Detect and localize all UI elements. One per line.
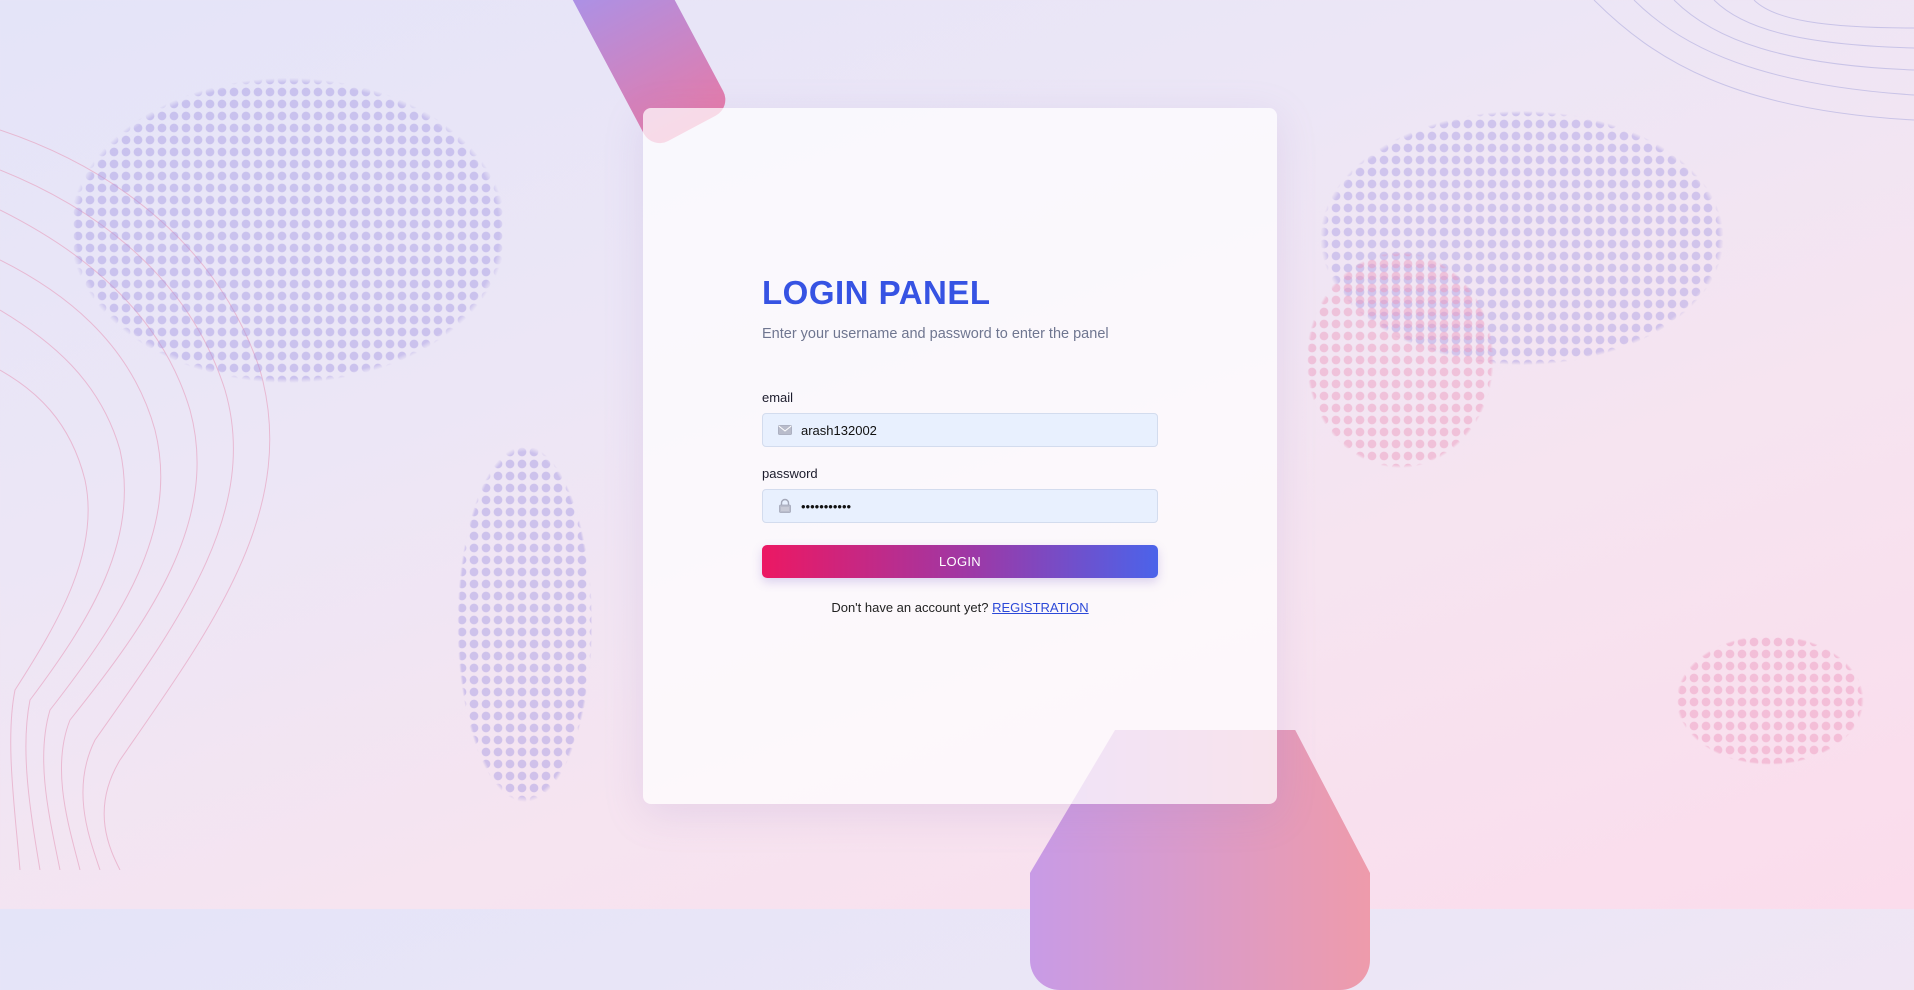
password-label: password [762, 466, 818, 481]
world-map-dots-australia [1640, 600, 1900, 800]
world-map-dots-americas [0, 50, 640, 870]
registration-link[interactable]: REGISTRATION [992, 600, 1089, 615]
envelope-icon [777, 422, 793, 438]
world-map-dots-europe-africa [1270, 210, 1530, 510]
lock-icon [777, 498, 793, 514]
email-field[interactable] [762, 413, 1158, 447]
registration-prompt: Don't have an account yet? REGISTRATION [762, 600, 1158, 615]
world-map-dots-eurasia [1270, 70, 1830, 490]
page-subtitle: Enter your username and password to ente… [762, 326, 1109, 342]
password-field[interactable] [762, 489, 1158, 523]
login-button[interactable]: LOGIN [762, 545, 1158, 578]
login-card [643, 108, 1277, 804]
contour-lines-right [1593, 0, 1914, 121]
email-input[interactable] [801, 422, 1157, 438]
email-label: email [762, 390, 794, 405]
contour-lines-left [0, 129, 271, 870]
registration-prompt-text: Don't have an account yet? [831, 600, 989, 615]
page-title: LOGIN PANEL [762, 274, 991, 311]
password-input[interactable] [801, 498, 1157, 514]
